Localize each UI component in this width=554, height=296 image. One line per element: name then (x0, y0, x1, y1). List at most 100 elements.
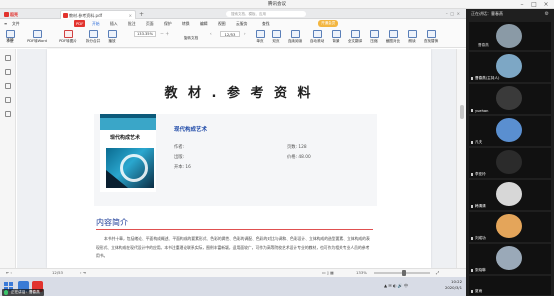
cover-stripe (100, 114, 156, 118)
menu-file[interactable]: 文件 (12, 19, 20, 28)
auto-scroll-button[interactable]: 自动滚动 (306, 30, 328, 46)
search-icon[interactable] (5, 111, 11, 117)
status-page[interactable]: 12/53 (52, 269, 63, 277)
zoom-field[interactable]: 133.35% (134, 31, 156, 37)
auto-scroll-label: 自动滚动 (309, 39, 325, 43)
pdf-to-image-button[interactable]: PDF转图片 (54, 30, 82, 46)
mic-icon (471, 141, 473, 144)
split-merge-button[interactable]: 拆分合并 (82, 30, 104, 46)
tab-document[interactable]: 教材.参考资料.pdf × (60, 10, 136, 19)
rotate-button[interactable]: 旋转文档 (178, 36, 204, 46)
double-page-button[interactable]: 双页 (268, 30, 284, 46)
participant-tile[interactable]: 曹春燕(主持人) (469, 52, 551, 82)
book-title: 现代构成艺术 (174, 127, 208, 133)
participant-tile[interactable]: 韩清清 (469, 180, 551, 210)
window-controls[interactable]: – □ × (446, 10, 460, 18)
zoom-slider-knob[interactable] (402, 270, 406, 276)
participant-tile[interactable]: 刘成功 (469, 212, 551, 242)
compress-label: 压缩 (370, 39, 378, 43)
menu-convert[interactable]: 转换 (182, 19, 190, 28)
menu-insert[interactable]: 插入 (110, 19, 118, 28)
close-icon[interactable]: × (540, 0, 552, 9)
participant-tile[interactable]: 夏雨 (469, 276, 551, 295)
read-aloud-label: 朗读 (408, 39, 416, 43)
status-bar: ⇤ ‹ 12/53 › ⇥ ▭ ▯ ▦ 133% ⤢ (0, 268, 466, 277)
taskbar-clock[interactable]: 10:22 2020/3/1 (445, 279, 462, 291)
select-tool-label: 选择 (6, 38, 14, 42)
menu-cloud[interactable]: 云服务 (236, 19, 247, 28)
zoom-slider[interactable] (374, 270, 430, 276)
mic-icon (471, 109, 473, 112)
menu-find[interactable]: 查找 (262, 19, 270, 28)
fit-icon[interactable]: ⤢ (436, 269, 439, 277)
menu-icon[interactable]: ≡ (4, 19, 7, 28)
comment-icon[interactable] (5, 83, 11, 89)
participant-tile[interactable]: 凡夫 (469, 116, 551, 146)
menu-edit[interactable]: 编辑 (200, 19, 208, 28)
attachment-icon[interactable] (5, 97, 11, 103)
thumbnail-icon[interactable] (5, 55, 11, 61)
screenshot-compare-button[interactable]: 截图对比 (382, 30, 404, 46)
full-translate-button[interactable]: 全文翻译 (344, 30, 366, 46)
menu-protect[interactable]: 保护 (164, 19, 172, 28)
prev-page-icon[interactable]: ‹ (210, 31, 212, 36)
menu-start[interactable]: 开始 (92, 19, 100, 28)
intro-paragraph: 本书共十章，包括绪论、平面构成概述、平面构成的要素形式、色彩的属性、色彩的调配、… (96, 236, 370, 258)
compress-button[interactable]: 压缩 (366, 30, 382, 46)
search-input[interactable]: 搜索文档、模板、应用 (226, 11, 306, 17)
member-badge[interactable]: 开通会员 (318, 20, 339, 27)
book-publisher: 出版: (174, 155, 185, 160)
avatar (496, 24, 522, 48)
page-field[interactable]: 12/53 (220, 31, 240, 37)
tab-document-label: 教材.参考资料.pdf (69, 13, 103, 18)
participant-tile[interactable]: 李亚玲 (469, 148, 551, 178)
background-button[interactable]: 背景 (328, 30, 344, 46)
shared-screen: 稻壳 教材.参考资料.pdf × + 搜索文档、模板、应用 – □ × ≡ 文件… (0, 9, 466, 296)
zoom-controls-icon[interactable]: － ＋ (160, 31, 169, 37)
nav-next-icon[interactable]: › ⇥ (80, 269, 86, 277)
menu-page[interactable]: 页面 (146, 19, 154, 28)
scroll-thumb[interactable] (460, 105, 464, 119)
view-mode-icons[interactable]: ▭ ▯ ▦ (322, 269, 334, 277)
book-cover: 现代构成艺术 (100, 114, 156, 192)
mic-icon (471, 77, 473, 80)
menu-pdf[interactable]: PDF (74, 20, 86, 27)
read-aloud-button[interactable]: 朗读 (404, 30, 420, 46)
book-pages: 页数: 128 (287, 145, 307, 150)
play-button[interactable]: 播放 (104, 30, 120, 46)
double-page-label: 双页 (272, 39, 280, 43)
gear-icon[interactable]: ⚙ (545, 11, 549, 17)
menu-comment[interactable]: 批注 (128, 19, 136, 28)
participant-tile[interactable]: yuehan (469, 84, 551, 114)
translate-icon (350, 30, 360, 38)
background-icon (331, 30, 341, 38)
participant-tile[interactable]: 张晓琳 (469, 244, 551, 274)
participant-name: 韩清清 (475, 204, 486, 208)
find-replace-button[interactable]: 查找替换 (420, 30, 442, 46)
screenshot-icon (388, 30, 398, 38)
find-replace-label: 查找替换 (423, 39, 439, 43)
minimize-icon[interactable]: – (516, 0, 528, 9)
book-price: 价格: 48.00 (287, 155, 311, 160)
menu-view[interactable]: 视图 (218, 19, 226, 28)
participant-name: 张晓琳 (475, 268, 486, 272)
tab-app[interactable]: 稻壳 (2, 10, 36, 19)
select-tool-button[interactable]: 选择 (2, 38, 18, 46)
continuous-button[interactable]: 连续阅读 (284, 30, 306, 46)
document-view[interactable]: 教 材 . 参 考 资 料 现代构成艺术 现代构成艺术 作者: 出版: 开本: … (17, 49, 456, 268)
right-scrollbar[interactable] (456, 49, 466, 268)
mic-icon (471, 237, 473, 240)
avatar (496, 54, 522, 78)
tray-icons[interactable]: ▲ ✉ ◐ 🔊 中 (384, 283, 408, 289)
maximize-icon[interactable]: □ (528, 0, 540, 9)
mic-icon (471, 269, 473, 272)
bookmark-icon[interactable] (5, 69, 11, 75)
pdf-to-word-button[interactable]: PDF转Word (22, 30, 52, 46)
nav-first-icon[interactable]: ⇤ ‹ (6, 269, 12, 277)
single-page-button[interactable]: 单页 (252, 30, 268, 46)
speaker-icon (407, 30, 417, 38)
continuous-label: 连续阅读 (287, 39, 303, 43)
new-tab-icon[interactable]: + (139, 10, 144, 19)
split-merge-label: 拆分合并 (85, 39, 101, 43)
next-page-icon[interactable]: › (244, 31, 246, 36)
